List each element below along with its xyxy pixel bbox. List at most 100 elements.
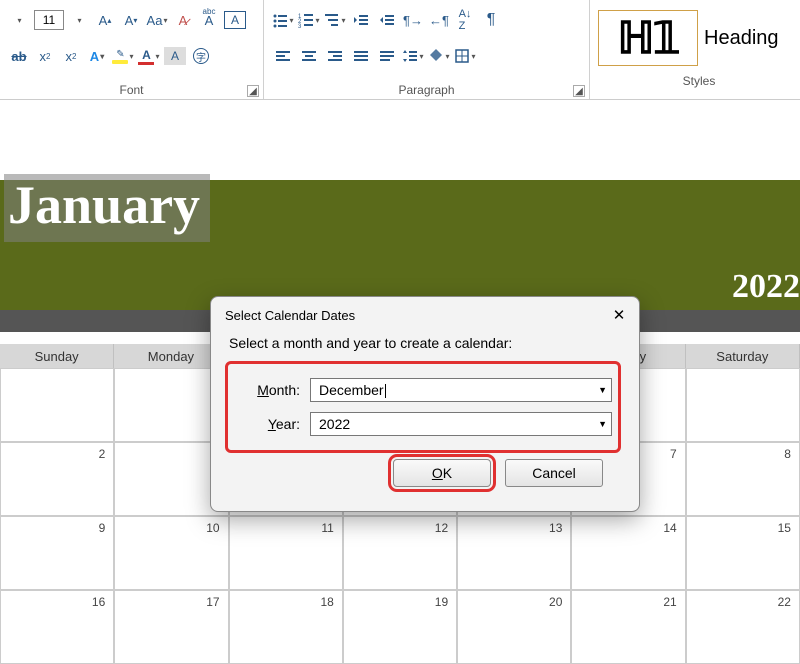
calendar-cell[interactable]: 17 bbox=[114, 590, 228, 664]
calendar-cell[interactable]: 21 bbox=[571, 590, 685, 664]
year-value: 2022 bbox=[319, 416, 350, 432]
ribbon: ▾ 11 ▾ A▴ A▾ Aa▾ A̷ abcA A ab x2 x2 A▾ ✎… bbox=[0, 0, 800, 100]
calendar-date-number: 18 bbox=[320, 595, 333, 609]
decrease-font-icon[interactable]: A▾ bbox=[120, 9, 142, 31]
rtl-direction-icon[interactable]: ←¶ bbox=[428, 9, 450, 31]
calendar-cell[interactable]: 9 bbox=[0, 516, 114, 590]
calendar-cell[interactable]: 12 bbox=[343, 516, 457, 590]
character-border-icon[interactable]: A bbox=[224, 11, 246, 29]
font-family-dropdown[interactable]: ▾ bbox=[8, 9, 30, 31]
decrease-indent-icon[interactable] bbox=[350, 9, 372, 31]
character-shading-icon[interactable]: A bbox=[164, 47, 186, 65]
superscript-icon[interactable]: x2 bbox=[60, 45, 82, 67]
ribbon-group-font: ▾ 11 ▾ A▴ A▾ Aa▾ A̷ abcA A ab x2 x2 A▾ ✎… bbox=[0, 0, 264, 99]
calendar-date-number: 17 bbox=[206, 595, 219, 609]
calendar-date-number: 16 bbox=[92, 595, 105, 609]
calendar-date-number: 11 bbox=[321, 521, 333, 535]
calendar-cell[interactable]: 11 bbox=[229, 516, 343, 590]
paragraph-dialog-launcher-icon[interactable]: ◢ bbox=[573, 85, 585, 97]
change-case-icon[interactable]: Aa▾ bbox=[146, 9, 168, 31]
calendar-cell[interactable]: 19 bbox=[343, 590, 457, 664]
distributed-align-icon[interactable] bbox=[376, 45, 398, 67]
dialog-instruction: Select a month and year to create a cale… bbox=[229, 335, 621, 351]
calendar-date-number: 21 bbox=[663, 595, 676, 609]
calendar-cell[interactable]: 13 bbox=[457, 516, 571, 590]
increase-font-icon[interactable]: A▴ bbox=[94, 9, 116, 31]
calendar-cell[interactable]: 20 bbox=[457, 590, 571, 664]
month-value: December bbox=[319, 382, 386, 398]
strikethrough-icon[interactable]: ab bbox=[8, 45, 30, 67]
year-label: Year: bbox=[230, 416, 310, 432]
ribbon-group-styles: ℍ𝟙 Heading Styles bbox=[590, 0, 800, 99]
increase-indent-icon[interactable] bbox=[376, 9, 398, 31]
calendar-cell[interactable]: 18 bbox=[229, 590, 343, 664]
calendar-date-number: 12 bbox=[435, 521, 448, 535]
align-right-icon[interactable] bbox=[324, 45, 346, 67]
month-dropdown[interactable]: December ▼ bbox=[310, 378, 612, 402]
numbering-icon[interactable]: 123▾ bbox=[298, 9, 320, 31]
calendar-cell[interactable]: 10 bbox=[114, 516, 228, 590]
show-hide-marks-icon[interactable]: ¶ bbox=[480, 9, 502, 31]
bullets-icon[interactable]: ▾ bbox=[272, 9, 294, 31]
ribbon-group-paragraph: ▾ 123▾ ▾ ¶→ ←¶ A↓Z ¶ ▾ ▾ ▾ Paragrap bbox=[264, 0, 590, 99]
cancel-button[interactable]: Cancel bbox=[505, 459, 603, 487]
calendar-month-title[interactable]: January bbox=[4, 174, 210, 242]
select-calendar-dates-dialog: Select Calendar Dates ✕ Select a month a… bbox=[210, 296, 640, 512]
calendar-date-number: 19 bbox=[435, 595, 448, 609]
borders-icon[interactable]: ▾ bbox=[454, 45, 476, 67]
calendar-cell[interactable]: 15 bbox=[686, 516, 800, 590]
ribbon-group-label: Paragraph bbox=[272, 81, 581, 97]
font-color-icon[interactable]: A▾ bbox=[138, 45, 160, 67]
chevron-down-icon: ▼ bbox=[598, 385, 607, 395]
dayhead-sun: Sunday bbox=[0, 344, 114, 368]
calendar-cell[interactable] bbox=[0, 368, 114, 442]
clear-formatting-icon[interactable]: A̷ bbox=[172, 9, 194, 31]
close-icon[interactable]: ✕ bbox=[609, 305, 629, 325]
calendar-date-number: 13 bbox=[549, 521, 562, 535]
calendar-cell[interactable]: 22 bbox=[686, 590, 800, 664]
subscript-icon[interactable]: x2 bbox=[34, 45, 56, 67]
calendar-date-number: 14 bbox=[663, 521, 676, 535]
calendar-date-number: 9 bbox=[99, 521, 106, 535]
shading-icon[interactable]: ▾ bbox=[428, 45, 450, 67]
font-size-input[interactable]: 11 bbox=[34, 10, 64, 30]
justify-icon[interactable] bbox=[350, 45, 372, 67]
calendar-date-number: 7 bbox=[670, 447, 677, 461]
calendar-cell[interactable] bbox=[686, 368, 800, 442]
multilevel-list-icon[interactable]: ▾ bbox=[324, 9, 346, 31]
line-spacing-icon[interactable]: ▾ bbox=[402, 45, 424, 67]
calendar-cell[interactable]: 14 bbox=[571, 516, 685, 590]
calendar-date-number: 20 bbox=[549, 595, 562, 609]
calendar-date-number: 2 bbox=[99, 447, 106, 461]
text-effects-icon[interactable]: A▾ bbox=[86, 45, 108, 67]
sort-icon[interactable]: A↓Z bbox=[454, 9, 476, 31]
calendar-date-number: 10 bbox=[206, 521, 219, 535]
ok-button[interactable]: OK bbox=[393, 459, 491, 487]
dayhead-sat: Saturday bbox=[686, 344, 800, 368]
calendar-date-number: 22 bbox=[778, 595, 791, 609]
calendar-header: January 2022 bbox=[0, 180, 800, 310]
font-size-dropdown[interactable]: ▾ bbox=[68, 9, 90, 31]
style-name-label[interactable]: Heading bbox=[704, 27, 779, 50]
highlight-icon[interactable]: ✎▾ bbox=[112, 45, 134, 67]
phonetic-guide-icon[interactable]: abcA bbox=[198, 9, 220, 31]
calendar-cell[interactable]: 8 bbox=[686, 442, 800, 516]
calendar-date-number: 15 bbox=[778, 521, 791, 535]
align-center-icon[interactable] bbox=[298, 45, 320, 67]
font-dialog-launcher-icon[interactable]: ◢ bbox=[247, 85, 259, 97]
svg-text:3: 3 bbox=[298, 24, 302, 28]
highlighted-fields: Month: December ▼ Year: 2022 ▼ bbox=[225, 361, 621, 453]
calendar-cell[interactable]: 16 bbox=[0, 590, 114, 664]
dialog-title: Select Calendar Dates bbox=[225, 308, 355, 323]
enclose-characters-icon[interactable]: 字 bbox=[190, 45, 212, 67]
calendar-year-title: 2022 bbox=[732, 268, 800, 306]
align-left-icon[interactable] bbox=[272, 45, 294, 67]
calendar-cell[interactable]: 2 bbox=[0, 442, 114, 516]
ribbon-group-label: Font bbox=[8, 81, 255, 97]
year-dropdown[interactable]: 2022 ▼ bbox=[310, 412, 612, 436]
month-label: Month: bbox=[230, 382, 310, 398]
chevron-down-icon: ▼ bbox=[598, 419, 607, 429]
calendar-date-number: 8 bbox=[784, 447, 791, 461]
style-preview[interactable]: ℍ𝟙 bbox=[598, 10, 698, 66]
ltr-direction-icon[interactable]: ¶→ bbox=[402, 9, 424, 31]
